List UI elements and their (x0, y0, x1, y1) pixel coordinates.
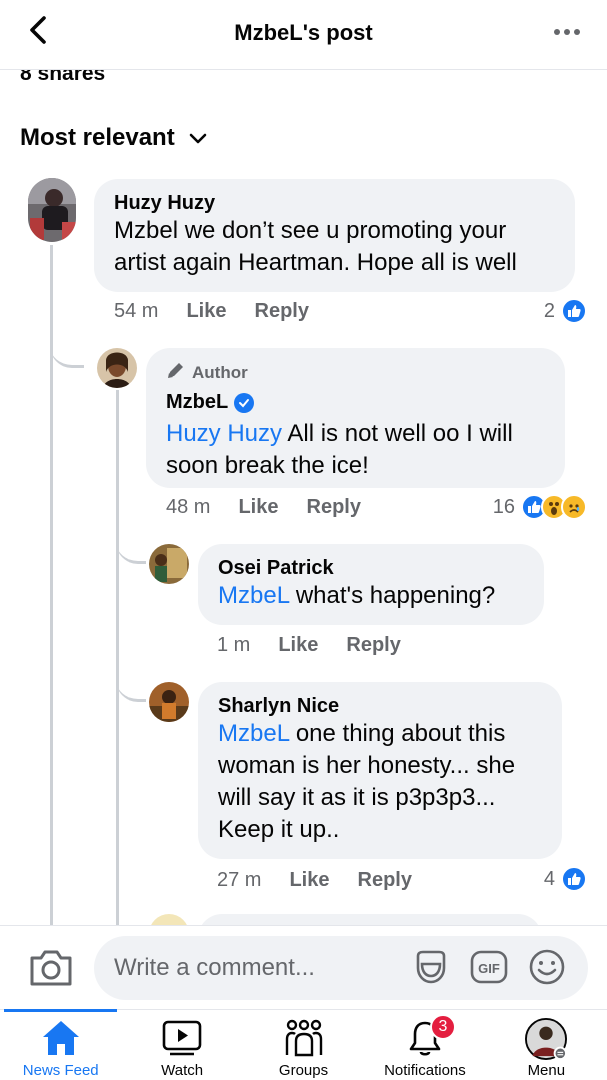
avatar[interactable] (149, 914, 189, 925)
bell-icon: 3 (404, 1014, 456, 1058)
tab-label: News Feed (22, 1062, 99, 1079)
video-icon (161, 1018, 203, 1058)
camera-button[interactable] (28, 948, 74, 988)
mention-link[interactable]: MzbeL (218, 582, 289, 609)
tab-menu[interactable]: Menu (486, 1010, 607, 1080)
like-button[interactable]: Like (289, 869, 329, 892)
like-button[interactable]: Like (278, 634, 318, 657)
active-tab-indicator (4, 1009, 118, 1012)
comment-composer: GIF (0, 925, 607, 1009)
comment-author[interactable]: Huzy Huzy (114, 191, 555, 215)
comment-text: MzbeL what's happening? (218, 580, 524, 612)
comment-actions: 54 m Like Reply (114, 300, 309, 323)
comment-author-name: MzbeL (166, 391, 229, 413)
more-dot (564, 29, 570, 35)
avatar[interactable] (97, 348, 137, 388)
comment-actions: 48 m Like Reply (166, 496, 361, 519)
comment-text: Huzy Huzy All is not well oo I will soon… (166, 418, 545, 482)
reaction-summary[interactable]: 16 (493, 494, 587, 520)
tab-news-feed[interactable]: News Feed (0, 1009, 121, 1080)
comment-text: Mzbel we don’t see u promoting your arti… (114, 217, 517, 276)
tab-notifications[interactable]: 3 Notifications (364, 1010, 485, 1080)
comment-bubble[interactable] (198, 914, 542, 925)
like-button[interactable]: Like (238, 496, 278, 519)
comment-actions: 1 m Like Reply (217, 634, 401, 657)
reply-button[interactable]: Reply (307, 496, 361, 519)
reply-button[interactable]: Reply (358, 869, 412, 892)
comment-time[interactable]: 54 m (114, 300, 158, 323)
sad-reaction-icon (561, 494, 587, 520)
comment-body: what's happening? (289, 582, 496, 609)
verified-badge-icon (234, 392, 255, 413)
sticker-icon (412, 948, 450, 991)
thread-connector (116, 658, 146, 702)
sort-dropdown[interactable]: Most relevant (20, 124, 207, 152)
comment-author[interactable]: Sharlyn Nice (218, 694, 542, 718)
gif-icon: GIF (470, 948, 508, 991)
reaction-count: 16 (492, 495, 515, 518)
comment-input[interactable] (114, 936, 404, 1000)
bottom-tab-bar: News Feed Watch Groups 3 Notifications M… (0, 1009, 607, 1080)
comment-actions: 27 m Like Reply (217, 869, 412, 892)
tab-watch[interactable]: Watch (121, 1010, 242, 1080)
emoji-button[interactable] (528, 948, 566, 991)
tab-label: Watch (161, 1062, 204, 1079)
comment-author[interactable]: MzbeL (166, 390, 545, 414)
reply-button[interactable]: Reply (255, 300, 309, 323)
avatar[interactable] (149, 682, 189, 722)
comment-time[interactable]: 1 m (217, 634, 250, 657)
tab-label: Menu (527, 1062, 566, 1079)
tab-label: Groups (278, 1062, 329, 1079)
home-icon (40, 1018, 82, 1058)
sticker-button[interactable] (412, 950, 450, 988)
profile-avatar (525, 1018, 568, 1060)
reaction-count: 4 (543, 867, 555, 890)
avatar[interactable] (28, 178, 76, 242)
top-bar: MzbeL's post (0, 0, 607, 70)
mention-link[interactable]: Huzy Huzy (166, 420, 282, 447)
more-dot (554, 29, 560, 35)
post-screen: 8 shares Most relevant Huzy Huzy Mzbel w… (0, 0, 607, 1080)
tab-groups[interactable]: Groups (243, 1010, 364, 1080)
comment-bubble[interactable]: Huzy Huzy Mzbel we don’t see u promoting… (94, 179, 575, 292)
thread-connector (50, 320, 84, 368)
comment-bubble[interactable]: Osei Patrick MzbeL what's happening? (198, 544, 544, 625)
pencil-icon (166, 360, 186, 386)
comment-time[interactable]: 27 m (217, 869, 261, 892)
avatar[interactable] (149, 544, 189, 584)
reaction-summary[interactable]: 2 (544, 298, 587, 324)
tab-label: Notifications (384, 1062, 466, 1079)
comment-bubble[interactable]: Author MzbeL Huzy Huzy All is not well o… (146, 348, 565, 488)
like-button[interactable]: Like (186, 300, 226, 323)
comments-scroll-area[interactable]: 8 shares Most relevant Huzy Huzy Mzbel w… (0, 0, 607, 925)
chevron-down-icon (189, 124, 207, 152)
reply-button[interactable]: Reply (346, 634, 400, 657)
gif-button[interactable]: GIF (470, 950, 508, 988)
reaction-count: 2 (543, 299, 555, 322)
author-badge: Author (166, 360, 545, 386)
comment-box: GIF (94, 936, 588, 1000)
thumbs-up-icon (561, 866, 587, 892)
author-badge-label: Author (192, 363, 248, 382)
comment-time[interactable]: 48 m (166, 496, 210, 519)
comment-author[interactable]: Osei Patrick (218, 556, 524, 580)
groups-icon (283, 1018, 325, 1058)
mention-link[interactable]: MzbeL (218, 720, 289, 747)
thread-connector (116, 520, 146, 564)
page-title: MzbeL's post (234, 20, 373, 45)
camera-icon (28, 950, 74, 992)
sort-label: Most relevant (20, 124, 175, 151)
reaction-summary[interactable]: 4 (544, 866, 587, 892)
more-options-button[interactable] (549, 20, 585, 44)
comment-text: MzbeL one thing about this woman is her … (218, 718, 542, 846)
thumbs-up-icon (561, 298, 587, 324)
svg-text:GIF: GIF (478, 961, 500, 976)
more-dot (574, 29, 580, 35)
notification-badge: 3 (429, 1014, 456, 1040)
emoji-icon (528, 948, 566, 991)
comment-bubble[interactable]: Sharlyn Nice MzbeL one thing about this … (198, 682, 562, 859)
